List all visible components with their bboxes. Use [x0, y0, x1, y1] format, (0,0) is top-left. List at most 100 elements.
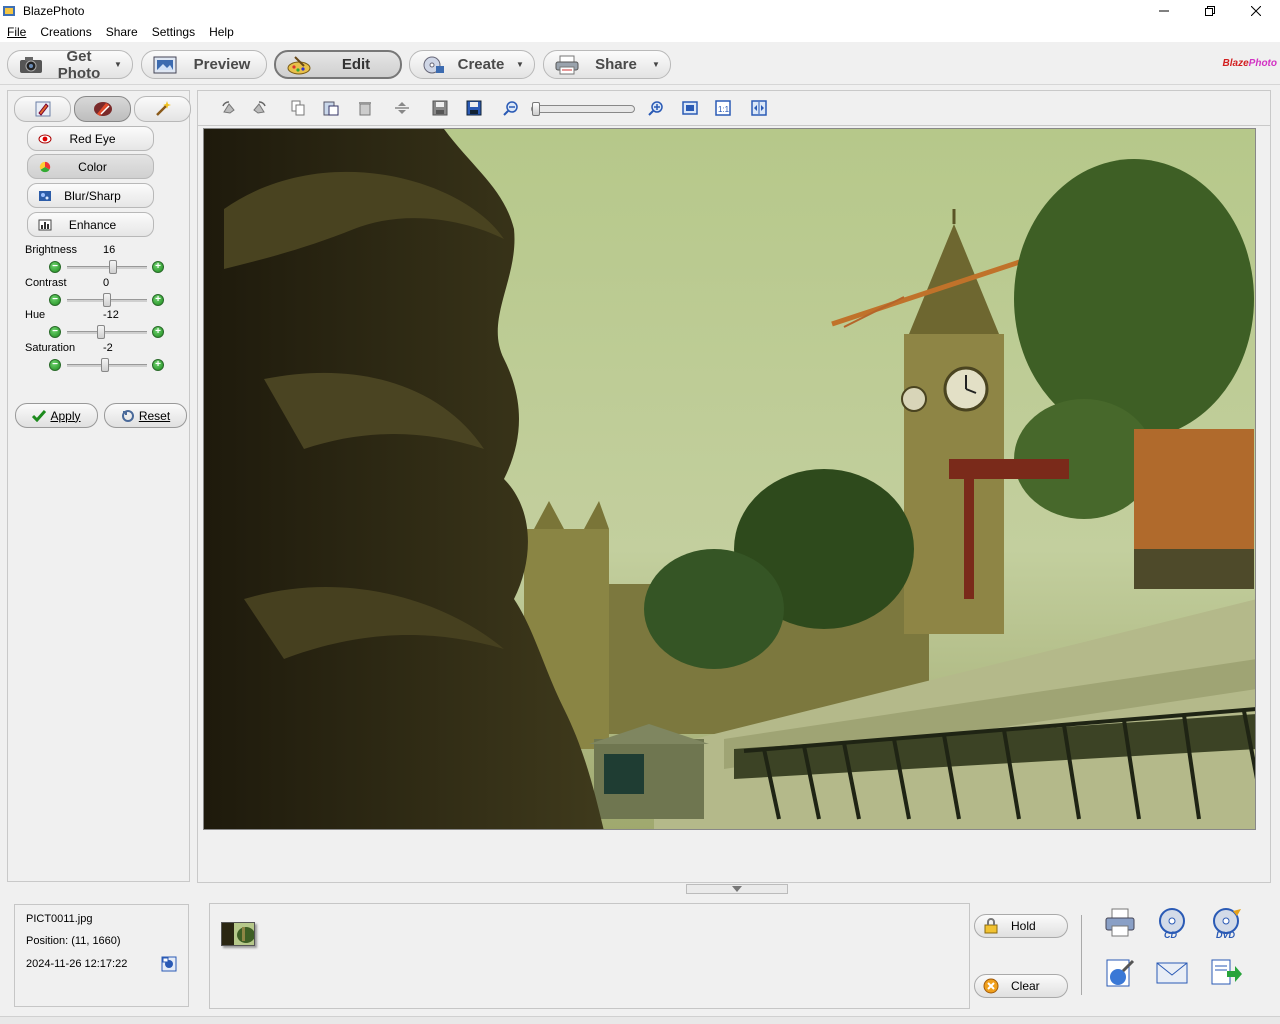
tab-adjust[interactable]	[74, 96, 131, 122]
photo-canvas[interactable]	[203, 128, 1256, 830]
color-wheel-icon	[39, 161, 51, 172]
flip-button[interactable]	[393, 99, 411, 117]
menu-share[interactable]: Share	[99, 22, 145, 42]
menu-creations[interactable]: Creations	[33, 22, 98, 42]
svg-text:DVD: DVD	[1216, 930, 1236, 939]
chevron-down-icon: ▼	[652, 60, 660, 69]
save-button[interactable]	[431, 99, 449, 117]
save-as-button[interactable]	[465, 99, 483, 117]
contrast-decrease-button[interactable]: −	[49, 294, 61, 306]
actual-size-button[interactable]: 1:1	[714, 99, 732, 117]
edit-tools-panel: Red Eye Color Blur/Sharp Enhance Brightn…	[7, 90, 191, 882]
brightness-slider-track[interactable]	[67, 266, 147, 269]
get-photo-button[interactable]: Get Photo ▼	[7, 48, 133, 82]
zoom-out-button[interactable]	[502, 99, 520, 117]
brand-logo: BlazePhoto	[1222, 58, 1277, 69]
brightness-decrease-button[interactable]: −	[49, 261, 61, 273]
minimize-button[interactable]	[1141, 0, 1187, 22]
menu-settings[interactable]: Settings	[145, 22, 202, 42]
email-button[interactable]	[1153, 956, 1191, 990]
maximize-button[interactable]	[1187, 0, 1233, 22]
contrast-increase-button[interactable]: +	[152, 294, 164, 306]
menu-file[interactable]: File	[0, 22, 33, 42]
contrast-slider-thumb[interactable]	[103, 293, 111, 307]
hue-label: Hue	[25, 309, 46, 321]
hue-increase-button[interactable]: +	[152, 326, 164, 338]
menu-help[interactable]: Help	[202, 22, 241, 42]
hold-label: Hold	[1011, 919, 1036, 933]
close-button[interactable]	[1233, 0, 1279, 22]
saturation-increase-button[interactable]: +	[152, 359, 164, 371]
divider	[1081, 915, 1082, 995]
brightness-increase-button[interactable]: +	[152, 261, 164, 273]
close-icon	[1251, 6, 1261, 16]
copy-button[interactable]	[289, 99, 307, 117]
brightness-label: Brightness	[25, 244, 77, 256]
apply-label: Apply	[50, 408, 81, 423]
share-button[interactable]: Share ▼	[543, 50, 671, 79]
blur-sharp-button[interactable]: Blur/Sharp	[27, 183, 154, 208]
enhance-label: Enhance	[68, 217, 117, 232]
properties-icon	[161, 956, 177, 972]
burn-cd-button[interactable]: CD	[1153, 906, 1191, 940]
main-toolbar: Get Photo ▼ Preview Edit Create ▼ Share …	[0, 42, 1280, 85]
burn-dvd-button[interactable]: DVD	[1207, 906, 1245, 940]
export-button[interactable]	[1207, 956, 1245, 990]
html-gallery-icon	[1106, 959, 1135, 987]
paste-icon	[323, 101, 339, 116]
brightness-value: 16	[103, 244, 116, 256]
chevron-down-icon: ▼	[114, 60, 122, 69]
hold-button[interactable]: Hold	[974, 914, 1068, 938]
reset-button[interactable]: Reset	[104, 403, 187, 428]
saturation-control: Saturation -2 − +	[25, 342, 185, 375]
email-icon	[1156, 962, 1188, 984]
saturation-slider-thumb[interactable]	[101, 358, 110, 372]
print-button[interactable]	[1101, 906, 1139, 940]
zoom-in-button[interactable]	[647, 99, 665, 117]
burn-cd-icon: CD	[1159, 908, 1185, 939]
hue-slider-track[interactable]	[67, 331, 147, 334]
title-bar: BlazePhoto	[0, 0, 1280, 22]
preview-icon	[153, 56, 177, 73]
apply-button[interactable]: Apply	[15, 403, 98, 428]
cd-create-icon	[423, 56, 444, 73]
tab-effects[interactable]	[134, 96, 191, 122]
delete-button[interactable]	[356, 99, 374, 117]
edit-label: Edit	[341, 56, 371, 73]
edit-button[interactable]: Edit	[274, 50, 402, 79]
fit-window-button[interactable]	[681, 99, 699, 117]
file-info-panel: PICT0011.jpg Position: (11, 1660) 2024-1…	[14, 904, 189, 1007]
photo-thumbnail[interactable]	[221, 922, 255, 946]
preview-button[interactable]: Preview	[141, 50, 267, 79]
tab-touch-up[interactable]	[14, 96, 71, 122]
zoom-slider-thumb[interactable]	[532, 102, 540, 116]
hue-decrease-button[interactable]: −	[49, 326, 61, 338]
thumbnail-image	[222, 923, 254, 945]
red-eye-label: Red Eye	[69, 131, 116, 146]
print-icon	[1105, 908, 1135, 937]
brightness-slider-thumb[interactable]	[109, 260, 118, 274]
panel-splitter[interactable]	[686, 884, 788, 894]
create-button[interactable]: Create ▼	[409, 50, 535, 79]
clear-button[interactable]: Clear	[974, 974, 1068, 998]
zoom-slider[interactable]	[531, 102, 635, 116]
fit-width-button[interactable]	[750, 99, 768, 117]
share-label: Share	[595, 56, 637, 73]
rotate-left-button[interactable]	[220, 99, 238, 117]
saturation-decrease-button[interactable]: −	[49, 359, 61, 371]
properties-button[interactable]	[161, 956, 177, 975]
red-eye-button[interactable]: Red Eye	[27, 126, 154, 151]
enhance-button[interactable]: Enhance	[27, 212, 154, 237]
color-button[interactable]: Color	[27, 154, 154, 179]
svg-text:CD: CD	[1164, 930, 1177, 939]
editor-area: 1:1	[197, 90, 1271, 894]
paste-button[interactable]	[322, 99, 340, 117]
photo-tray	[209, 903, 970, 1009]
histogram-icon	[38, 219, 52, 230]
clear-icon	[983, 978, 999, 994]
svg-text:1:1: 1:1	[718, 105, 730, 114]
zoom-out-icon	[503, 101, 518, 116]
hue-slider-thumb[interactable]	[96, 325, 105, 339]
rotate-right-button[interactable]	[250, 99, 268, 117]
html-gallery-button[interactable]	[1101, 956, 1139, 990]
